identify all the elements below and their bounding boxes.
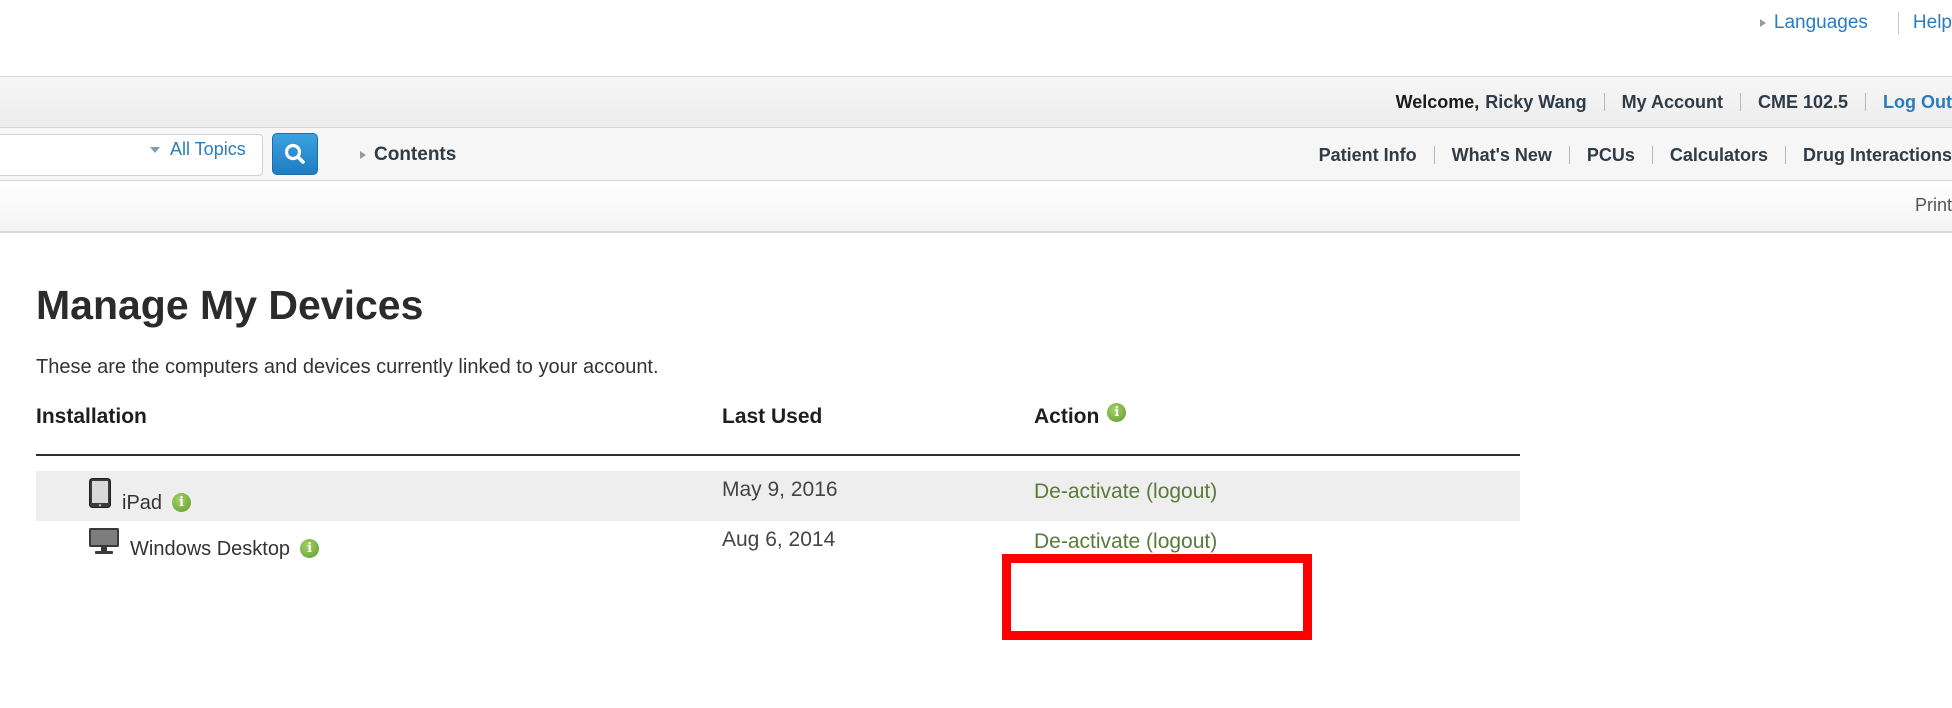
triangle-right-icon <box>1759 18 1766 27</box>
search-icon <box>284 143 305 164</box>
nav-item-patient-info[interactable]: Patient Info <box>1319 145 1417 166</box>
nav-item-drug-interactions[interactable]: Drug Interactions <box>1803 145 1952 166</box>
welcome-greeting: Welcome, Ricky Wang <box>1396 92 1587 113</box>
divider <box>1603 93 1605 111</box>
topic-filter-label: All Topics <box>170 139 246 159</box>
nav-item-whats-new[interactable]: What's New <box>1452 145 1552 166</box>
highlight-annotation <box>1002 554 1312 640</box>
column-header-action-label: Action <box>1034 405 1100 428</box>
topic-filter-dropdown[interactable]: All Topics <box>150 139 246 160</box>
main-nav: Patient Info What's New PCUs Calculators… <box>1319 144 1952 166</box>
contents-label: Contents <box>374 144 457 165</box>
search-nav-bar: All Topics Contents Patient Info What's … <box>0 128 1952 181</box>
divider <box>1568 146 1570 164</box>
table-header-divider <box>36 454 1520 456</box>
help-link[interactable]: Help <box>1913 12 1952 34</box>
languages-label: Languages <box>1773 12 1868 33</box>
triangle-right-icon <box>360 150 366 159</box>
divider <box>1897 12 1899 34</box>
deactivate-link[interactable]: De-activate (logout) <box>1034 530 1217 554</box>
toolbar: Print <box>0 181 1952 233</box>
column-header-action: Action i <box>1034 402 1127 429</box>
page-intro: These are the computers and devices curr… <box>36 356 659 378</box>
divider <box>1784 146 1786 164</box>
nav-item-pcus[interactable]: PCUs <box>1587 145 1635 166</box>
page: Languages Help Welcome, Ricky Wang My Acc… <box>0 0 1952 708</box>
nav-item-calculators[interactable]: Calculators <box>1670 145 1768 166</box>
utility-nav: Languages Help <box>1759 10 1952 36</box>
info-icon[interactable]: i <box>172 493 192 512</box>
greeting-prefix: Welcome, <box>1395 91 1480 112</box>
table-row: iPad i May 9, 2016 De-activate (logout) <box>36 471 1520 521</box>
languages-link[interactable]: Languages <box>1759 12 1868 34</box>
logout-link[interactable]: Log Out <box>1883 92 1952 113</box>
column-header-installation: Installation <box>36 405 147 428</box>
device-name: Windows Desktop <box>130 538 291 560</box>
account-nav: Welcome, Ricky Wang My Account CME 102.5 … <box>1396 91 1952 113</box>
contents-link[interactable]: Contents <box>360 144 456 166</box>
tablet-icon <box>89 478 111 508</box>
last-used-date: Aug 6, 2014 <box>722 528 836 551</box>
info-icon[interactable]: i <box>300 539 320 558</box>
device-cell: iPad i <box>88 477 192 514</box>
divider <box>1433 146 1435 164</box>
print-link[interactable]: Print <box>1915 195 1952 216</box>
user-name: Ricky Wang <box>1485 91 1587 112</box>
search-button[interactable] <box>272 133 318 175</box>
my-account-link[interactable]: My Account <box>1622 92 1723 113</box>
divider <box>1865 93 1867 111</box>
chevron-down-icon <box>150 147 160 154</box>
device-cell: Windows Desktop i <box>88 527 320 560</box>
divider <box>1739 93 1741 111</box>
page-title: Manage My Devices <box>36 282 424 328</box>
welcome-bar: Welcome, Ricky Wang My Account CME 102.5 … <box>0 77 1952 128</box>
divider <box>1651 146 1653 164</box>
column-header-last-used: Last Used <box>722 405 823 428</box>
last-used-date: May 9, 2016 <box>722 478 838 501</box>
info-icon[interactable]: i <box>1107 402 1127 422</box>
desktop-monitor-icon <box>89 528 119 554</box>
deactivate-link[interactable]: De-activate (logout) <box>1034 480 1217 504</box>
cme-link[interactable]: CME 102.5 <box>1758 92 1848 113</box>
device-name: iPad <box>122 492 163 514</box>
